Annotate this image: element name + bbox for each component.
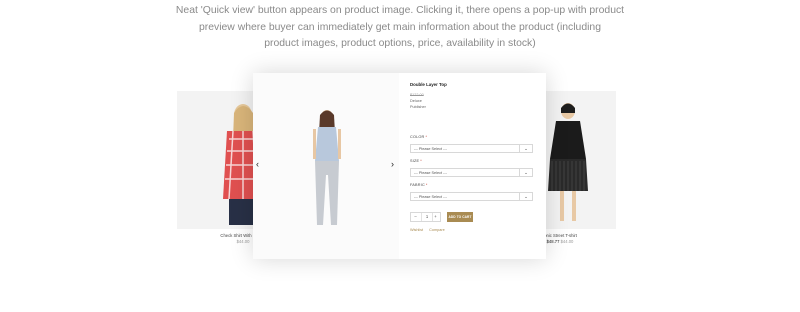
right-product-old-price: $48.77 [546, 239, 560, 244]
size-select-value: --- Please Select --- [414, 171, 447, 175]
intro-text: Neat 'Quick view' button appears on prod… [150, 3, 650, 53]
quantity-decrease-button[interactable]: – [411, 213, 420, 221]
product-details: Double Layer Top $122.00 Deluxe Publishe… [410, 73, 536, 259]
color-select[interactable]: --- Please Select --- ⌄ [410, 144, 533, 153]
quantity-increase-button[interactable]: + [431, 213, 440, 221]
product-actions: Wishlist Compare [410, 228, 450, 232]
fabric-select[interactable]: --- Please Select --- ⌄ [410, 192, 533, 201]
product-image-double-layer-top [313, 110, 341, 225]
size-option-label: SIZE* [410, 159, 422, 163]
color-label-text: COLOR [410, 135, 425, 139]
next-image-arrow[interactable]: › [391, 160, 394, 169]
fabric-select-value: --- Please Select --- [414, 195, 447, 199]
chevron-down-icon: ⌄ [519, 193, 532, 200]
intro-line-1: Neat 'Quick view' button appears on prod… [175, 5, 625, 16]
fabric-label-text: FABRIC [410, 183, 425, 187]
popup-image-area: ‹ › [253, 73, 399, 259]
size-required-mark: * [420, 159, 422, 163]
fabric-option-label: FABRIC* [410, 183, 428, 187]
size-select[interactable]: --- Please Select --- ⌄ [410, 168, 533, 177]
wishlist-link[interactable]: Wishlist [410, 228, 423, 232]
product-vendor: Publisher [410, 105, 426, 109]
fabric-required-mark: * [425, 183, 428, 187]
product-image-tshirt-dress [548, 103, 588, 221]
intro-line-3: product images, product options, price, … [264, 38, 536, 49]
add-to-cart-button[interactable]: ADD TO CART [447, 212, 473, 222]
chevron-down-icon: ⌄ [519, 145, 532, 152]
compare-link[interactable]: Compare [429, 228, 445, 232]
product-title: Double Layer Top [410, 82, 447, 87]
chevron-down-icon: ⌄ [519, 169, 532, 176]
size-label-text: SIZE [410, 159, 420, 163]
intro-line-2: preview where buyer can immediately get … [199, 21, 601, 33]
color-option-label: COLOR* [410, 135, 427, 139]
color-select-value: --- Please Select --- [414, 147, 447, 151]
product-price: $122.00 [410, 93, 424, 97]
color-required-mark: * [425, 135, 428, 139]
right-product-new-price: $44.00 [560, 239, 574, 244]
product-brand: Deluxe [410, 99, 422, 103]
quantity-stepper: – 1 + [410, 212, 441, 222]
quick-view-popup: ‹ › Double Layer Top $122.00 Deluxe Publ… [253, 73, 546, 259]
prev-image-arrow[interactable]: ‹ [256, 160, 259, 169]
